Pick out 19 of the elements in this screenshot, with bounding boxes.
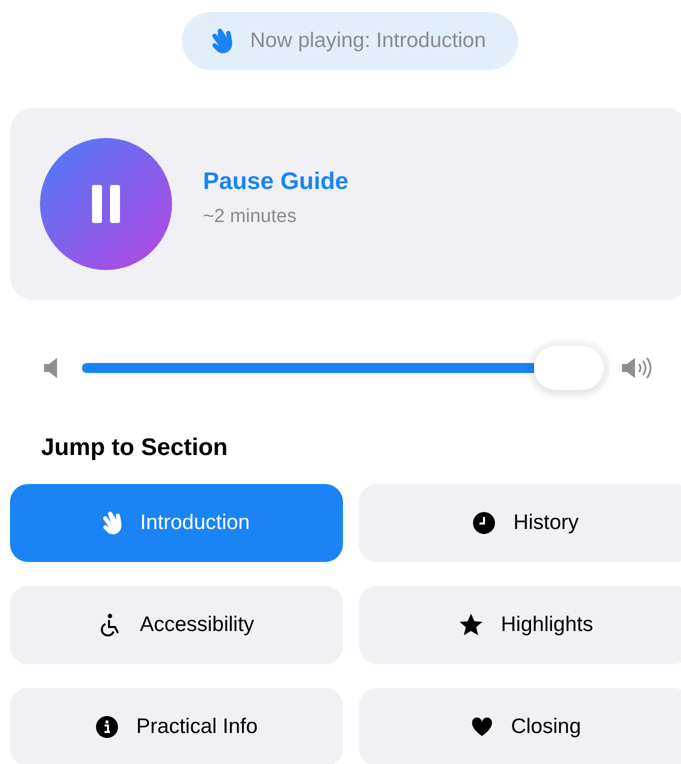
section-button[interactable]: History — [359, 484, 681, 562]
waving-hand-icon — [212, 28, 234, 54]
clock-icon — [472, 511, 496, 535]
guide-title: Pause Guide — [203, 168, 348, 196]
info-icon — [95, 715, 120, 739]
section-button[interactable]: Highlights — [359, 586, 681, 664]
section-button[interactable]: Accessibility — [10, 586, 343, 664]
section-heading: Jump to Section — [41, 434, 229, 462]
section-button[interactable]: Closing — [359, 688, 681, 764]
waving-hand-icon — [103, 511, 124, 535]
section-button[interactable]: Introduction — [10, 484, 343, 562]
heart-icon — [470, 715, 494, 739]
star-icon — [458, 612, 484, 638]
section-button[interactable]: Practical Info — [10, 688, 343, 764]
duration-label: ~2 minutes — [203, 206, 298, 228]
slider-thumb[interactable] — [534, 346, 604, 390]
pause-icon — [92, 185, 120, 223]
now-playing-label: Now playing: Introduction — [250, 29, 486, 53]
volume-low-icon — [44, 357, 60, 379]
